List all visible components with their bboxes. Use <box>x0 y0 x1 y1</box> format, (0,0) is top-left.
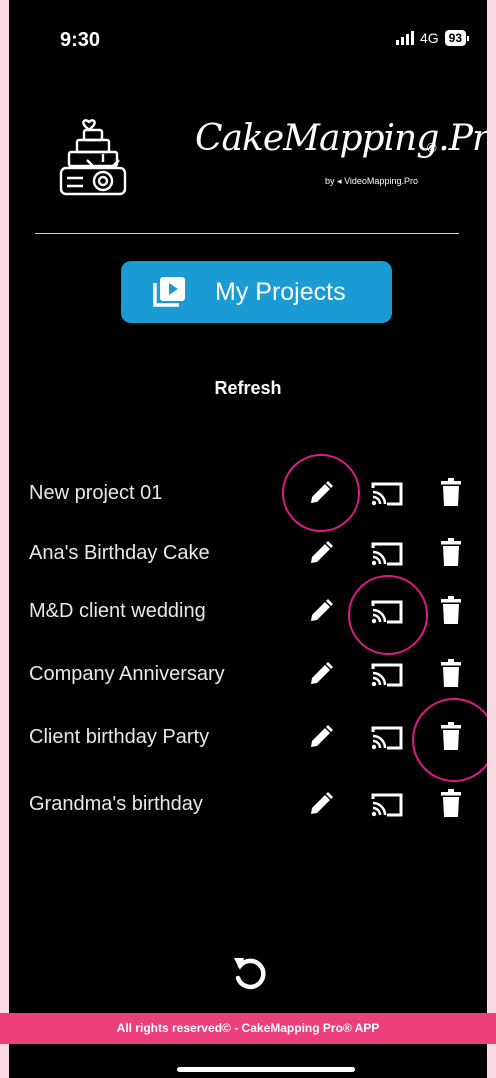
status-bar: 9:30 4G 93 <box>9 0 487 70</box>
trash-icon[interactable] <box>441 538 461 566</box>
cake-projector-logo <box>59 119 127 196</box>
cast-icon[interactable] <box>371 480 403 506</box>
footer-banner: All rights reserved© - CakeMapping Pro® … <box>0 1013 496 1044</box>
reload-icon[interactable] <box>230 952 268 992</box>
pencil-icon[interactable] <box>308 540 334 566</box>
brand-name: CakeMapping.Pro <box>195 118 487 159</box>
header-divider <box>35 233 459 234</box>
project-name[interactable]: Ana's Birthday Cake <box>29 542 210 565</box>
project-name[interactable]: Client birthday Party <box>29 726 209 749</box>
trash-icon[interactable] <box>441 478 461 506</box>
cast-icon[interactable] <box>371 661 403 687</box>
project-row[interactable]: New project 01 <box>9 474 487 514</box>
pencil-icon[interactable] <box>308 724 334 750</box>
home-indicator[interactable] <box>177 1067 355 1072</box>
videomapping-icon: ◂ <box>337 176 342 186</box>
my-projects-button[interactable]: My Projects <box>121 261 392 323</box>
battery-icon: 93 <box>444 30 466 46</box>
brand-byline: by ◂ VideoMapping.Pro <box>325 176 418 186</box>
cast-icon[interactable] <box>371 598 403 624</box>
trash-icon[interactable] <box>441 596 461 624</box>
pencil-icon[interactable] <box>308 661 334 687</box>
project-name[interactable]: Company Anniversary <box>29 663 225 686</box>
brand-mark: © <box>427 140 437 155</box>
trash-icon[interactable] <box>441 722 461 750</box>
project-row[interactable]: Company Anniversary <box>9 655 487 695</box>
pencil-icon[interactable] <box>308 598 334 624</box>
app-screen: 9:30 4G 93 CakeMapping.Pro © by ◂ VideoM… <box>9 0 487 1078</box>
cast-icon[interactable] <box>371 791 403 817</box>
brand-logo: CakeMapping.Pro © by ◂ VideoMapping.Pro <box>195 118 487 198</box>
project-name[interactable]: New project 01 <box>29 482 162 505</box>
pencil-icon[interactable] <box>308 480 334 506</box>
project-name[interactable]: Grandma's birthday <box>29 793 203 816</box>
trash-icon[interactable] <box>441 789 461 817</box>
refresh-link[interactable]: Refresh <box>9 378 487 399</box>
trash-icon[interactable] <box>441 659 461 687</box>
project-name[interactable]: M&D client wedding <box>29 600 206 623</box>
signal-icon <box>395 31 414 45</box>
play-stack-icon <box>153 277 185 307</box>
cast-icon[interactable] <box>371 540 403 566</box>
pencil-icon[interactable] <box>308 791 334 817</box>
battery-tip <box>467 35 469 41</box>
project-row[interactable]: Grandma's birthday <box>9 785 487 825</box>
project-row[interactable]: M&D client wedding <box>9 592 487 632</box>
cast-icon[interactable] <box>371 724 403 750</box>
status-time: 9:30 <box>60 29 101 51</box>
project-row[interactable]: Client birthday Party <box>9 718 487 758</box>
network-label: 4G <box>419 30 439 46</box>
my-projects-label: My Projects <box>215 277 346 306</box>
status-right: 4G 93 <box>395 30 469 46</box>
project-row[interactable]: Ana's Birthday Cake <box>9 534 487 574</box>
